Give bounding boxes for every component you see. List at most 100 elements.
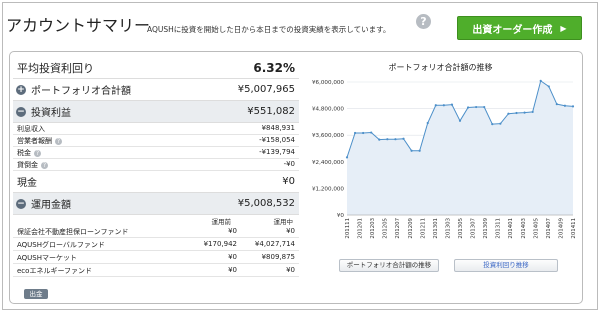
x-tick-label: 201209 <box>408 217 414 238</box>
profit-sub-row: 貸倒金? -¥0 <box>13 159 299 171</box>
fund-before: ¥0 <box>228 266 237 274</box>
cash-row: 現金 ¥0 <box>13 171 299 193</box>
yield-trend-button[interactable]: 投資利回り推移 <box>454 259 558 272</box>
create-order-button[interactable]: 出資オーダー作成 ▶ <box>457 16 582 40</box>
data-point <box>507 112 510 115</box>
fund-before: ¥170,942 <box>203 240 237 248</box>
profit-item-label: 税金 <box>17 149 31 157</box>
x-tick-label: 201411 <box>571 218 577 239</box>
x-tick-label: 201401 <box>508 218 514 239</box>
help-icon[interactable]: ? <box>55 138 62 145</box>
portfolio-label: ポートフォリオ合計額 <box>31 86 131 97</box>
withdraw-button[interactable]: 出金 <box>24 289 48 299</box>
data-point <box>394 138 397 141</box>
x-tick-label: 201407 <box>546 218 552 239</box>
profit-sub-row: 税金? -¥139,794 <box>13 147 299 159</box>
x-tick-label: 201405 <box>533 218 539 239</box>
fund-row-item: ecoエネルギーファンド ¥0 ¥0 <box>13 264 299 277</box>
data-point <box>563 104 567 107</box>
data-point <box>370 131 373 134</box>
data-point <box>571 105 575 108</box>
help-icon[interactable]: ? <box>34 150 41 157</box>
data-point <box>523 111 526 114</box>
portfolio-row[interactable]: + ポートフォリオ合計額 ¥5,007,965 <box>13 79 299 101</box>
data-point <box>466 106 470 109</box>
data-point <box>426 121 429 125</box>
data-point <box>531 110 534 114</box>
x-tick-label: 201305 <box>458 218 464 239</box>
profit-label: 投資利益 <box>31 108 71 119</box>
fund-row-item: 保証会社不動産担保ローンファンド ¥0 ¥0 <box>13 225 299 238</box>
fund-name: ecoエネルギーファンド <box>17 267 93 275</box>
data-point <box>475 105 478 109</box>
x-tick-label: 201301 <box>433 218 439 239</box>
profit-item-value: ¥848,931 <box>261 124 295 132</box>
fund-during: ¥809,875 <box>261 253 295 261</box>
data-point <box>539 79 542 82</box>
data-point <box>386 138 389 141</box>
fund-during: ¥4,027,714 <box>254 240 295 248</box>
help-icon[interactable]: ? <box>41 162 48 169</box>
profit-value: ¥551,082 <box>247 106 295 117</box>
y-tick-label: ¥4,800,000 <box>312 107 344 113</box>
page-title: アカウントサマリー <box>6 16 151 35</box>
avg-yield-label: 平均投資利回り <box>17 61 94 75</box>
fund-during: ¥0 <box>286 227 295 235</box>
area-fill <box>347 80 573 215</box>
x-tick-label: 201205 <box>383 218 389 239</box>
data-point <box>362 131 365 135</box>
profit-item-label: 利息収入 <box>17 125 45 133</box>
help-icon[interactable]: ? <box>416 14 431 29</box>
minus-icon[interactable]: − <box>16 106 26 117</box>
x-tick-label: 201111 <box>345 218 351 239</box>
header: アカウントサマリー <box>6 12 150 36</box>
profit-item-label: 貸倒金 <box>17 161 38 169</box>
data-point <box>491 123 494 126</box>
fund-row[interactable]: − 運用金額 ¥5,008,532 <box>13 193 299 215</box>
cash-value: ¥0 <box>282 176 295 187</box>
page-subtitle: AQUSHに投資を開始した日から本日までの投資実績を表示しています。 <box>147 25 391 34</box>
fund-row-item: AQUSHグローバルファンド ¥170,942 ¥4,027,714 <box>13 238 299 251</box>
data-point <box>442 104 445 107</box>
fund-name: AQUSHグローバルファンド <box>17 241 105 249</box>
profit-row[interactable]: − 投資利益 ¥551,082 <box>13 101 299 123</box>
fund-label: 運用金額 <box>31 200 71 211</box>
profit-sub-row: 利息収入 ¥848,931 <box>13 123 299 135</box>
fund-before: ¥0 <box>228 253 237 261</box>
fund-before: ¥0 <box>228 227 237 235</box>
fund-during: ¥0 <box>286 266 295 274</box>
create-order-label: 出資オーダー作成 <box>472 24 553 36</box>
avg-yield-value: 6.32% <box>253 60 295 75</box>
y-tick-label: ¥1,200,000 <box>312 186 344 192</box>
data-point <box>378 138 381 141</box>
profit-sub-row: 営業者報酬? -¥158,054 <box>13 135 299 147</box>
avg-yield-row: 平均投資利回り 6.32% <box>13 57 299 79</box>
minus-icon[interactable]: − <box>16 198 26 209</box>
data-point <box>547 85 550 88</box>
profit-item-label: 営業者報酬 <box>17 137 52 145</box>
x-tick-label: 201303 <box>445 218 451 239</box>
data-point <box>458 119 462 122</box>
plus-icon[interactable]: + <box>16 84 26 95</box>
x-tick-label: 201201 <box>358 218 364 239</box>
portfolio-trend-button[interactable]: ポートフォリオ合計額の推移 <box>339 259 439 272</box>
y-tick-label: ¥6,000,000 <box>312 80 344 86</box>
profit-item-value: -¥139,794 <box>259 148 295 156</box>
x-tick-label: 201311 <box>496 218 502 239</box>
data-point <box>450 103 454 106</box>
x-tick-label: 201307 <box>471 218 477 239</box>
fund-name: 保証会社不動産担保ローンファンド <box>17 228 129 236</box>
cash-label: 現金 <box>17 178 37 189</box>
data-point <box>434 104 437 107</box>
y-tick-label: ¥0 <box>337 213 345 219</box>
x-tick-label: 201403 <box>521 218 527 239</box>
summary-table: 平均投資利回り 6.32% + ポートフォリオ合計額 ¥5,007,965 − … <box>13 57 299 277</box>
profit-item-value: -¥158,054 <box>259 136 295 144</box>
portfolio-chart: ¥6,000,000 ¥4,800,000 ¥3,600,000 ¥2,400,000… <box>312 79 577 239</box>
portfolio-value: ¥5,007,965 <box>237 84 295 95</box>
arrow-right-icon: ▶ <box>560 23 567 33</box>
fund-value: ¥5,008,532 <box>237 198 295 209</box>
x-tick-label: 201211 <box>420 218 426 239</box>
data-point <box>345 156 349 159</box>
y-tick-label: ¥2,400,000 <box>312 160 344 166</box>
